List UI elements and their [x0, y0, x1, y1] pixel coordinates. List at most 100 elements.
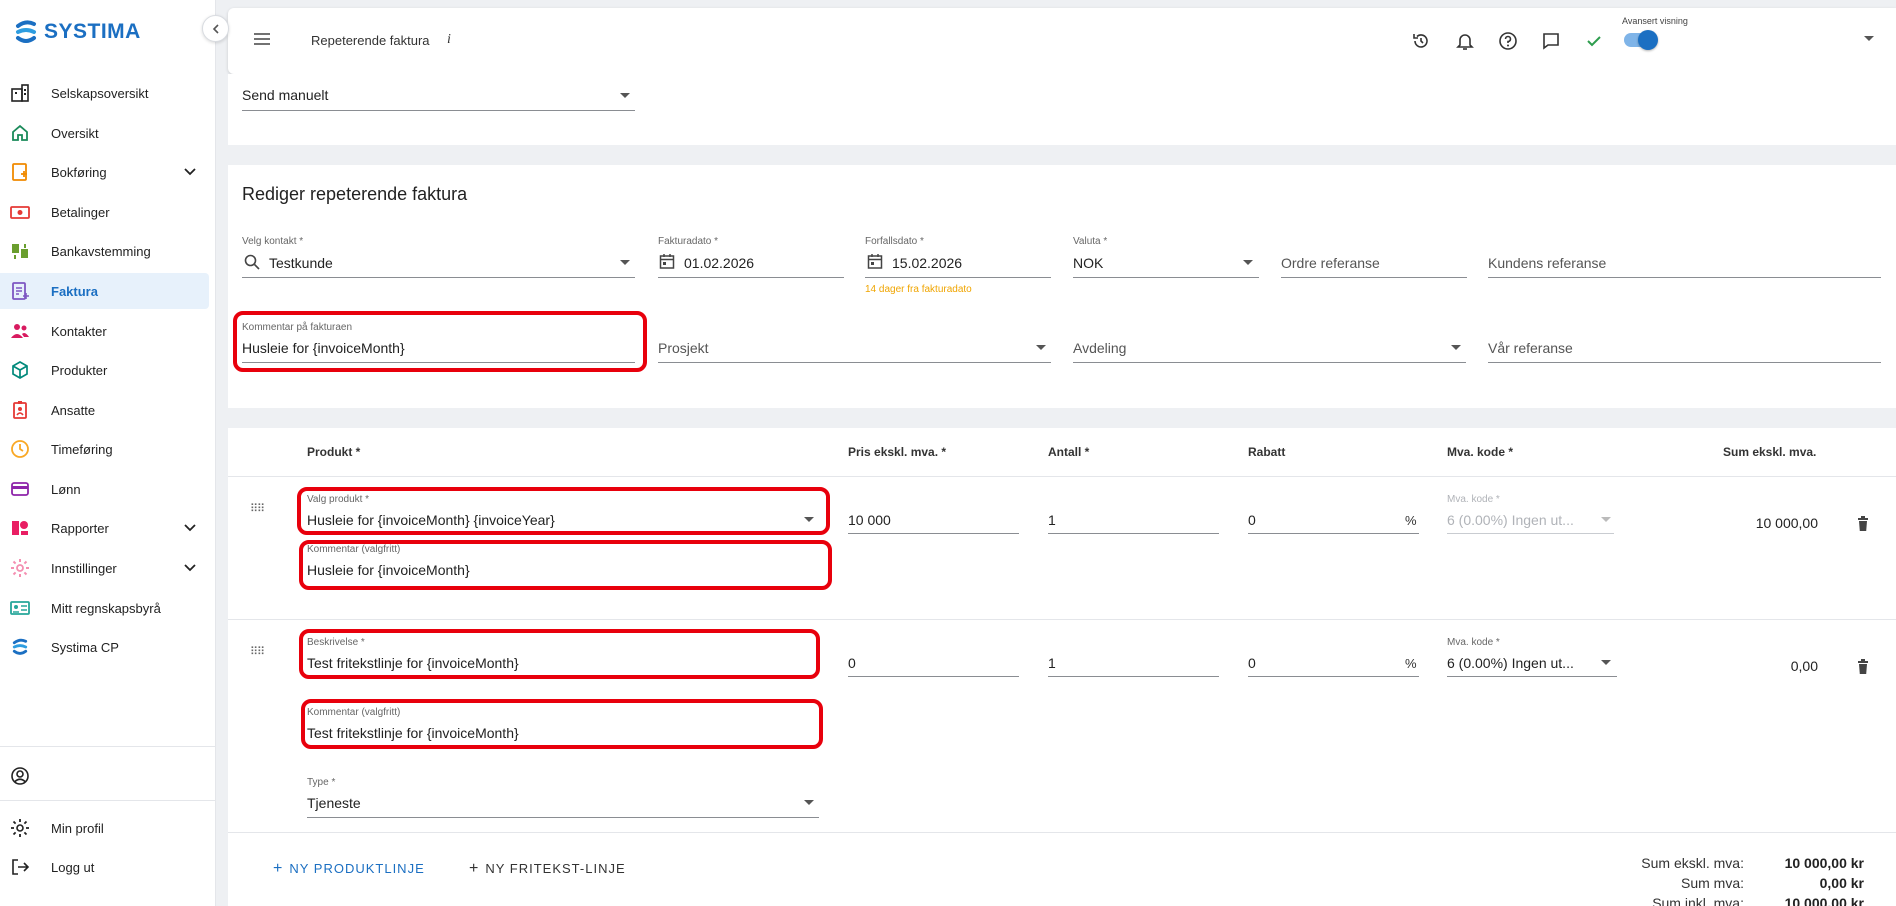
sidebar-item-bankavstemming[interactable]: Bankavstemming	[0, 233, 209, 269]
info-icon[interactable]: i	[447, 32, 451, 48]
percent-suffix: %	[1405, 656, 1417, 671]
quantity-input[interactable]: 1	[1048, 655, 1056, 671]
sidebar-item-bokforing[interactable]: Bokføring	[0, 154, 209, 190]
type-underline	[307, 817, 819, 818]
chevron-down-icon[interactable]	[1036, 345, 1046, 350]
systima-logo[interactable]: SYSTIMA	[14, 18, 141, 46]
clock-icon	[9, 438, 31, 460]
price-input[interactable]: 0	[848, 655, 856, 671]
highlight-line-comment	[299, 540, 832, 590]
row-separator	[228, 832, 1896, 833]
invoice-date-input[interactable]: 01.02.2026	[684, 255, 754, 271]
collapse-sidebar-button[interactable]	[202, 15, 229, 42]
contact-label: Velg kontakt *	[242, 236, 304, 247]
sidebar-item-label: Bokføring	[51, 164, 107, 180]
new-product-line-label: NY PRODUKTLINJE	[289, 861, 425, 876]
sidebar-item-lonn[interactable]: Lønn	[0, 471, 209, 507]
chat-icon[interactable]	[1539, 29, 1563, 53]
sidebar-item-faktura[interactable]: Faktura	[0, 273, 209, 309]
drag-handle-icon[interactable]: ⠿⠿	[250, 502, 265, 515]
payments-icon	[9, 201, 31, 223]
sidebar-item-logg-ut[interactable]: Logg ut	[0, 849, 209, 885]
discount-underline	[1248, 676, 1419, 677]
sidebar-divider	[0, 800, 216, 801]
bell-icon[interactable]	[1453, 29, 1477, 53]
section-title: Rediger repeterende faktura	[242, 184, 468, 204]
sidebar-item-systima-cp[interactable]: Systima CP	[0, 629, 209, 665]
department-underline	[1073, 362, 1466, 363]
row-separator	[228, 476, 1896, 477]
sending-method-value[interactable]: Send manuelt	[242, 87, 328, 103]
trash-icon[interactable]	[1857, 516, 1869, 531]
type-select[interactable]: Tjeneste	[307, 795, 361, 811]
chevron-down-icon[interactable]	[804, 800, 814, 805]
company-overview-icon	[9, 82, 31, 104]
sidebar-item-mitt-regnskapsbyra[interactable]: Mitt regnskapsbyrå	[0, 590, 209, 626]
new-freetext-line-label: NY FRITEKST-LINJE	[485, 861, 626, 876]
discount-input[interactable]: 0	[1248, 512, 1256, 528]
column-header-sum: Sum ekskl. mva.	[1723, 445, 1817, 459]
sidebar-item-min-profil[interactable]: Min profil	[0, 810, 209, 846]
currency-select[interactable]: NOK	[1073, 255, 1103, 271]
sidebar-item-timeforing[interactable]: Timeføring	[0, 431, 209, 467]
contacts-icon	[9, 320, 31, 342]
chevron-down-icon[interactable]	[1864, 36, 1874, 41]
chevron-down-icon	[184, 564, 196, 572]
order-reference-input[interactable]: Ordre referanse	[1281, 255, 1380, 271]
discount-input[interactable]: 0	[1248, 655, 1256, 671]
history-icon[interactable]	[1409, 29, 1433, 53]
search-icon	[244, 254, 260, 270]
sidebar-item-label: Mitt regnskapsbyrå	[51, 600, 161, 616]
account-button[interactable]	[0, 758, 209, 794]
sidebar-item-rapporter[interactable]: Rapporter	[0, 510, 209, 546]
check-icon[interactable]	[1582, 29, 1606, 53]
calendar-icon[interactable]	[867, 253, 883, 269]
due-date-input[interactable]: 15.02.2026	[892, 255, 962, 271]
quantity-input[interactable]: 1	[1048, 512, 1056, 528]
our-reference-underline	[1488, 362, 1881, 363]
sidebar-item-betalinger[interactable]: Betalinger	[0, 194, 209, 230]
quantity-underline	[1048, 533, 1219, 534]
new-product-line-button[interactable]: + NY PRODUKTLINJE	[273, 860, 425, 878]
sidebar-item-label: Lønn	[51, 481, 81, 497]
hamburger-menu-icon[interactable]	[253, 31, 271, 47]
sidebar-item-label: Rapporter	[51, 520, 109, 536]
sidebar-item-selskapsoversikt[interactable]: Selskapsoversikt	[0, 75, 209, 111]
sidebar-item-oversikt[interactable]: Oversikt	[0, 115, 209, 151]
due-date-label: Forfallsdato *	[865, 236, 924, 247]
advanced-view-toggle-knob[interactable]	[1638, 30, 1658, 50]
calendar-icon[interactable]	[659, 253, 675, 269]
department-select[interactable]: Avdeling	[1073, 340, 1126, 356]
customer-reference-input[interactable]: Kundens referanse	[1488, 255, 1606, 271]
invoice-date-label: Fakturadato *	[658, 236, 719, 247]
project-select[interactable]: Prosjekt	[658, 340, 709, 356]
project-underline	[658, 362, 1051, 363]
chevron-down-icon[interactable]	[1451, 345, 1461, 350]
chevron-down-icon[interactable]	[1601, 660, 1611, 665]
sidebar-item-produkter[interactable]: Produkter	[0, 352, 209, 388]
sidebar-item-innstillinger[interactable]: Innstillinger	[0, 550, 209, 586]
highlight-invoice-comment	[233, 311, 647, 372]
due-date-hint: 14 dager fra fakturadato	[865, 284, 972, 295]
chevron-down-icon[interactable]	[620, 93, 630, 98]
accounting-firm-icon	[9, 597, 31, 619]
our-reference-input[interactable]: Vår referanse	[1488, 340, 1573, 356]
logout-icon	[9, 856, 31, 878]
contact-input[interactable]: Testkunde	[269, 255, 333, 271]
price-input[interactable]: 10 000	[848, 512, 891, 528]
chevron-down-icon[interactable]	[1243, 260, 1253, 265]
vat-code-underline	[1447, 676, 1617, 677]
vat-code-select[interactable]: 6 (0.00%) Ingen ut...	[1447, 655, 1574, 671]
sidebar-item-label: Timeføring	[51, 441, 113, 457]
drag-handle-icon[interactable]: ⠿⠿	[250, 645, 265, 658]
new-freetext-line-button[interactable]: + NY FRITEKST-LINJE	[469, 860, 626, 878]
chevron-down-icon[interactable]	[620, 260, 630, 265]
sidebar-item-kontakter[interactable]: Kontakter	[0, 313, 209, 349]
trash-icon[interactable]	[1857, 659, 1869, 674]
sidebar-item-label: Produkter	[51, 362, 108, 378]
sidebar-item-ansatte[interactable]: Ansatte	[0, 392, 209, 428]
bookkeeping-icon	[9, 161, 31, 183]
help-icon[interactable]	[1496, 29, 1520, 53]
bank-reconciliation-icon	[9, 240, 31, 262]
home-icon	[9, 122, 31, 144]
